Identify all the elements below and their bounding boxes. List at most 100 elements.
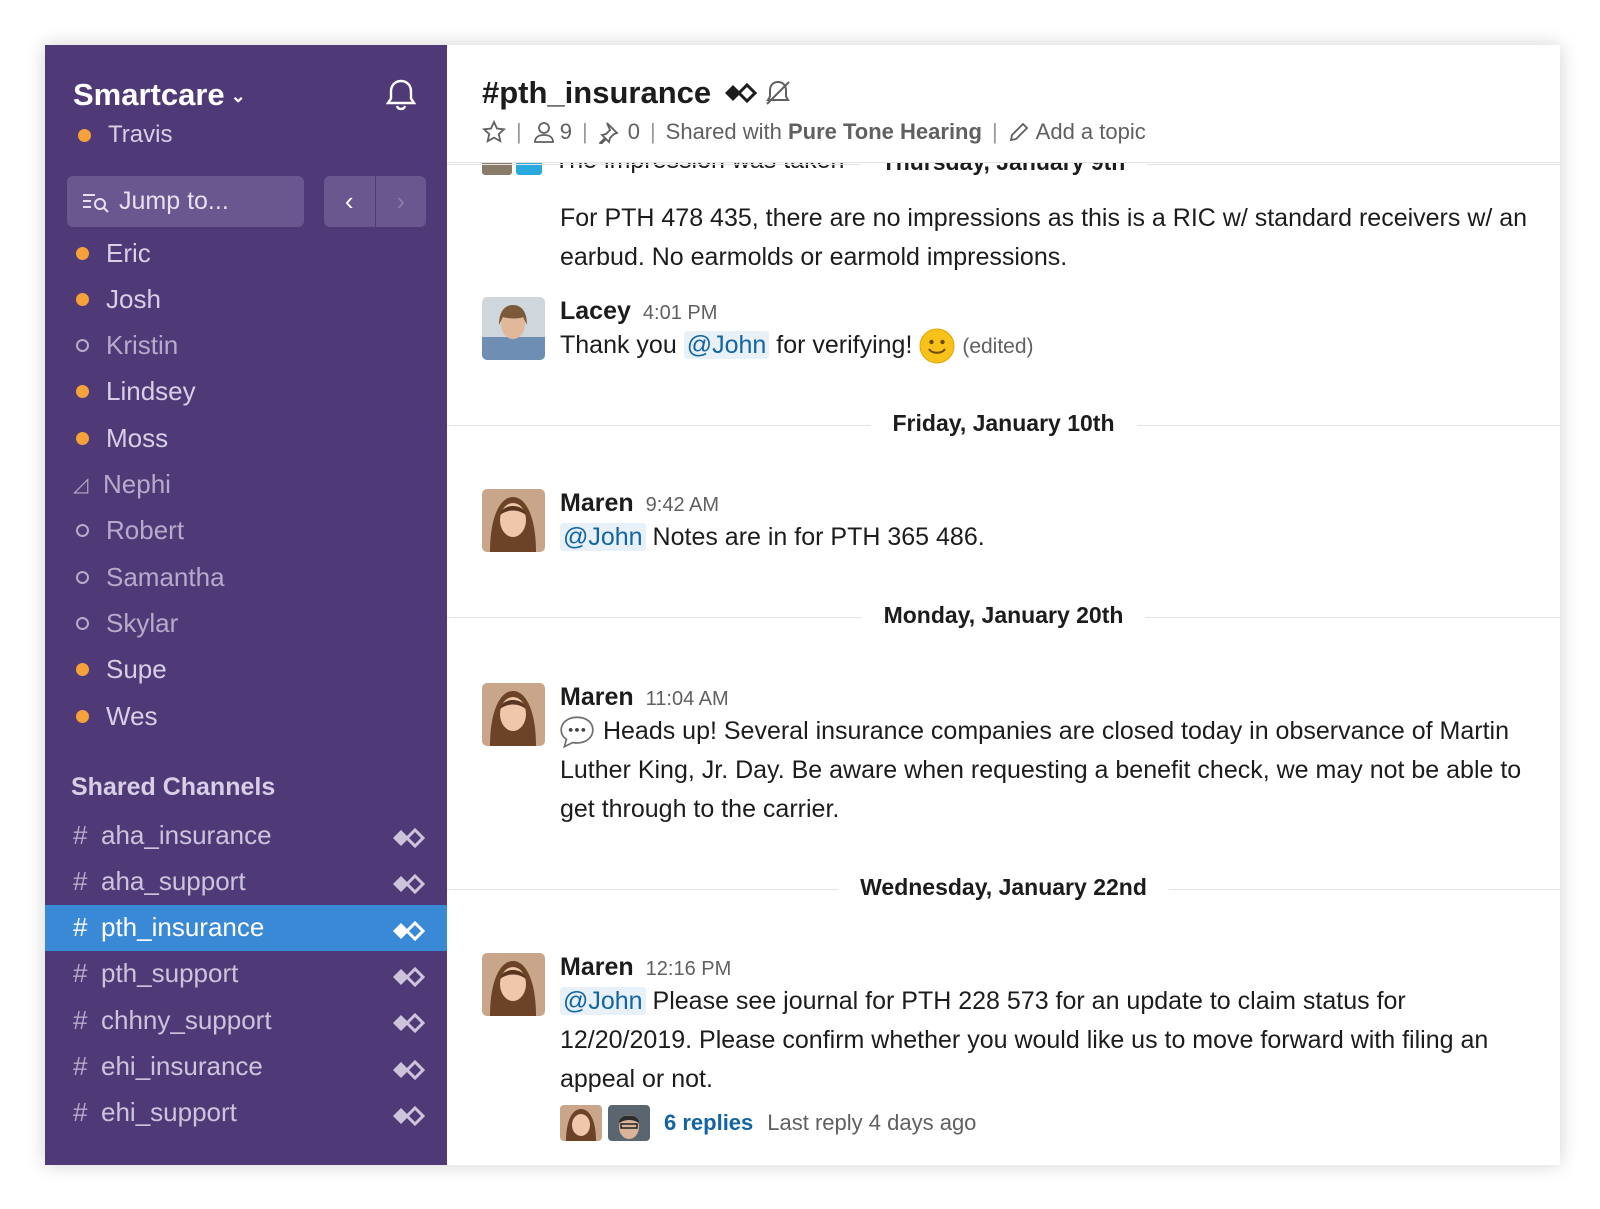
dm-name: Samantha: [106, 561, 225, 592]
timestamp[interactable]: 11:04 AM: [646, 688, 729, 711]
channel-item[interactable]: # ehi_insurance: [45, 1044, 447, 1090]
dm-item[interactable]: Supe: [73, 647, 167, 693]
message: Maren 9:42 AM @John Notes are in for PTH …: [482, 489, 1530, 557]
channel-item[interactable]: # chhny_support: [45, 997, 447, 1043]
reply-avatar: [560, 1105, 602, 1141]
author-name[interactable]: Lacey: [560, 297, 631, 326]
hash-icon: #: [73, 1004, 88, 1035]
dm-name: Eric: [106, 237, 151, 268]
dm-name: Moss: [106, 422, 169, 453]
author-name[interactable]: Maren: [560, 953, 634, 982]
presence-icon: [76, 570, 89, 584]
user-mention[interactable]: @John: [683, 331, 770, 359]
bell-icon[interactable]: [383, 77, 419, 113]
presence-icon: [76, 339, 89, 353]
channel-item[interactable]: # aha_insurance: [45, 812, 447, 858]
reply-avatar: [608, 1105, 650, 1141]
search-icon: [83, 193, 109, 213]
channel-item[interactable]: # aha_support: [45, 858, 447, 904]
dm-item[interactable]: Eric: [73, 230, 151, 276]
shared-channels-heading[interactable]: Shared Channels: [71, 773, 275, 802]
channel-pane: #pth_insurance | 9 | 0 | Shared with Pur…: [447, 45, 1560, 1165]
timestamp[interactable]: 12:16 PM: [646, 958, 732, 981]
message-text-part: Thank you: [560, 331, 677, 359]
dm-name: Josh: [106, 283, 161, 314]
team-name: Smartcare: [73, 77, 225, 112]
dm-name: Supe: [106, 654, 167, 685]
muted-bell-icon[interactable]: [763, 78, 793, 108]
dm-item[interactable]: Moss: [73, 415, 168, 461]
message-feed: The impression was taken Thursday, Janua…: [447, 163, 1560, 1165]
day-label[interactable]: Monday, January 20th: [861, 602, 1146, 629]
presence-icon: [76, 616, 89, 630]
pin-icon[interactable]: [598, 120, 622, 144]
timestamp[interactable]: 4:01 PM: [643, 302, 717, 325]
dm-name: Wes: [106, 700, 158, 731]
channel-item[interactable]: # pth_insurance: [45, 904, 447, 951]
avatar[interactable]: [482, 297, 545, 360]
message: Maren 12:16 PM @John Please see journal f…: [482, 953, 1530, 1141]
user-mention[interactable]: @John: [560, 523, 646, 551]
message-text-part: for verifying!: [776, 331, 913, 359]
message-text: For PTH 478 435, there are no impression…: [560, 204, 1528, 271]
member-count[interactable]: 9: [560, 119, 572, 145]
replies-link[interactable]: 6 replies: [664, 1110, 753, 1136]
current-user[interactable]: Travis: [75, 121, 172, 149]
shared-channel-icon: [391, 964, 426, 995]
dm-item[interactable]: ◿ Nephi: [73, 462, 171, 508]
pencil-icon: [1009, 122, 1028, 142]
message-text-part: Notes are in for PTH 365 486.: [652, 523, 985, 551]
message-text: @John Notes are in for PTH 365 486.: [560, 518, 1530, 557]
dm-item[interactable]: Skylar: [73, 600, 178, 646]
channel-name: aha_insurance: [101, 819, 272, 850]
dm-item[interactable]: Samantha: [73, 554, 225, 600]
message: Lacey 4:01 PM Thank you @John for verifyi…: [482, 297, 1530, 366]
channel-item[interactable]: # ehi_support: [45, 1090, 447, 1136]
channel-header: #pth_insurance: [482, 75, 793, 111]
forward-button[interactable]: ›: [376, 176, 427, 227]
pin-count[interactable]: 0: [628, 119, 640, 145]
avatar[interactable]: [482, 489, 545, 552]
dm-name: Nephi: [103, 469, 171, 499]
last-reply-text: Last reply 4 days ago: [767, 1110, 977, 1135]
dm-item[interactable]: Robert: [73, 508, 184, 554]
team-switcher[interactable]: Smartcare ⌄: [73, 77, 246, 113]
hash-icon: #: [73, 819, 88, 850]
dm-item[interactable]: Josh: [73, 276, 161, 322]
channel-item[interactable]: # pth_support: [45, 951, 447, 997]
user-mention[interactable]: @John: [560, 987, 646, 1015]
timestamp[interactable]: 9:42 AM: [646, 494, 719, 517]
current-user-name: Travis: [108, 121, 173, 148]
thread-summary[interactable]: 6 replies Last reply 4 days ago: [560, 1105, 1530, 1141]
back-button[interactable]: ‹: [324, 176, 375, 227]
history-nav: ‹ ›: [324, 176, 426, 227]
members-icon[interactable]: [532, 120, 556, 144]
dm-item[interactable]: Kristin: [73, 323, 178, 369]
add-topic-link[interactable]: Add a topic: [1036, 119, 1146, 145]
channel-name: aha_support: [101, 865, 246, 896]
dm-item[interactable]: Lindsey: [73, 369, 196, 415]
jump-to-button[interactable]: Jump to...: [67, 176, 304, 227]
shared-channel-icon: [391, 825, 426, 856]
channel-name: pth_support: [101, 958, 239, 989]
presence-icon: [76, 663, 89, 677]
presence-icon: [76, 431, 89, 445]
presence-icon: [76, 292, 89, 306]
dm-name: Kristin: [106, 330, 179, 361]
dm-item[interactable]: Wes: [73, 693, 158, 739]
avatar[interactable]: [482, 953, 545, 1016]
shared-with-org[interactable]: Pure Tone Hearing: [788, 119, 982, 145]
group-dm-icon: ◿: [73, 474, 89, 496]
day-label[interactable]: Friday, January 10th: [870, 410, 1137, 437]
day-label[interactable]: Thursday, January 9th: [859, 163, 1148, 176]
shared-channel-icon: [725, 82, 758, 104]
presence-icon: [76, 385, 89, 399]
channel-title[interactable]: #pth_insurance: [482, 75, 711, 111]
author-name[interactable]: Maren: [560, 489, 634, 518]
day-divider: Friday, January 10th: [447, 410, 1560, 440]
star-icon[interactable]: [482, 120, 506, 144]
day-label[interactable]: Wednesday, January 22nd: [838, 874, 1169, 901]
author-name[interactable]: Maren: [560, 683, 634, 712]
hash-icon: #: [73, 1051, 88, 1081]
avatar[interactable]: [482, 683, 545, 746]
